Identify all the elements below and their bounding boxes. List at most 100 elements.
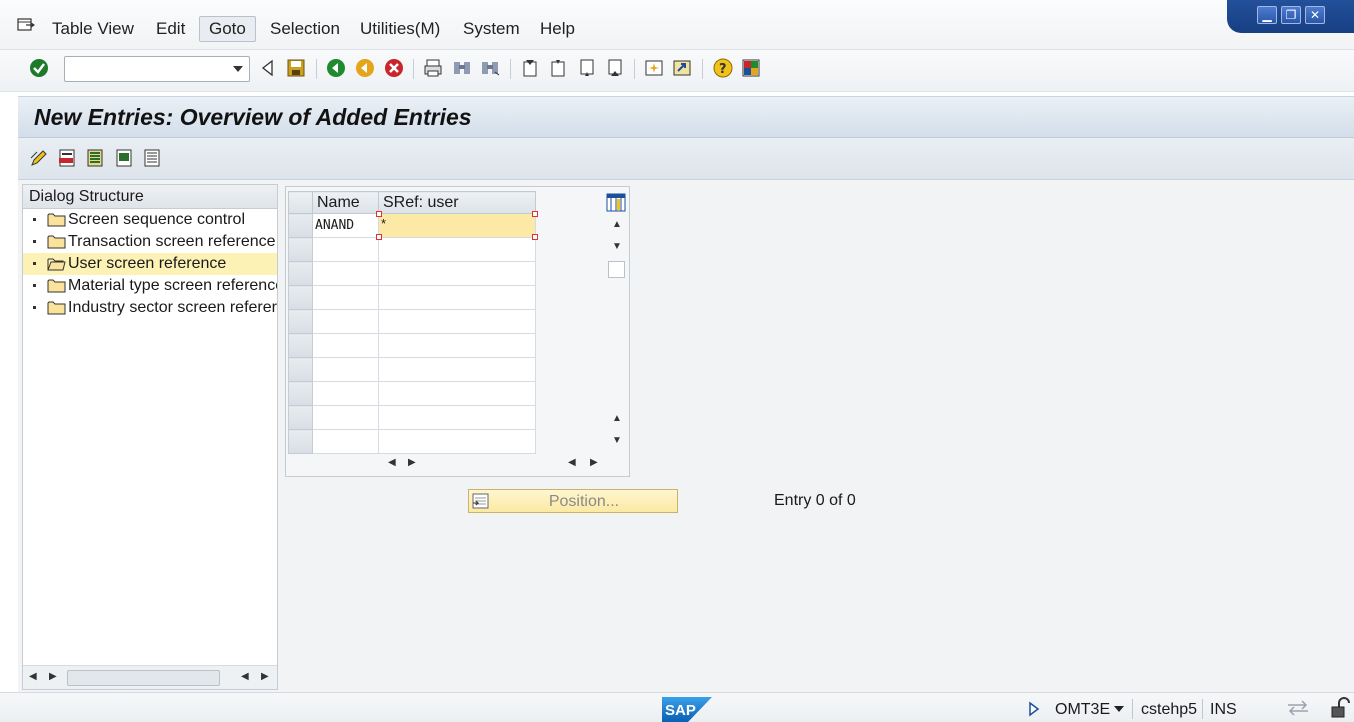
first-page-icon[interactable] xyxy=(520,58,540,78)
table-settings-icon[interactable] xyxy=(606,193,626,212)
table-row[interactable] xyxy=(288,333,536,358)
menu-selection[interactable]: Selection xyxy=(270,19,340,39)
close-icon[interactable]: ✕ xyxy=(1305,6,1325,24)
chevron-down-icon[interactable] xyxy=(233,66,243,72)
row-selector[interactable] xyxy=(288,381,313,406)
tree-item-industry-sector-screen-reference[interactable]: Industry sector screen referer xyxy=(23,297,277,319)
table-row[interactable] xyxy=(288,405,536,430)
table-row[interactable] xyxy=(288,357,536,382)
position-button[interactable]: Position... xyxy=(468,489,678,513)
find-icon[interactable] xyxy=(452,58,472,78)
select-all-icon[interactable] xyxy=(85,148,105,168)
sref-user-cell[interactable] xyxy=(378,285,536,310)
print-icon[interactable] xyxy=(423,58,443,78)
scroll-left-icon[interactable]: ◀ xyxy=(241,671,249,682)
system-menu-icon[interactable] xyxy=(17,18,35,32)
next-page-icon[interactable] xyxy=(577,58,597,78)
table-horizontal-scrollbar[interactable]: ◀ ▶ ◀ ▶ xyxy=(288,451,606,475)
scrollbar-thumb[interactable] xyxy=(67,670,220,686)
table-row[interactable] xyxy=(288,429,536,454)
tree-item-transaction-screen-reference[interactable]: Transaction screen reference xyxy=(23,231,277,253)
scroll-right-icon[interactable]: ▶ xyxy=(408,457,416,468)
resize-handle[interactable] xyxy=(376,211,382,217)
column-header-sref-user[interactable]: SRef: user xyxy=(378,191,536,214)
scrollbar-thumb[interactable] xyxy=(608,261,625,278)
row-selector[interactable] xyxy=(288,333,313,358)
name-cell[interactable] xyxy=(312,237,379,262)
lock-icon[interactable] xyxy=(1330,697,1350,719)
row-selector[interactable] xyxy=(288,261,313,286)
shortcut-icon[interactable] xyxy=(672,58,692,78)
scroll-up-icon[interactable]: ▲ xyxy=(612,219,622,230)
row-selector[interactable] xyxy=(288,429,313,454)
scroll-down-icon[interactable]: ▼ xyxy=(612,241,622,252)
menu-goto[interactable]: Goto xyxy=(199,16,256,42)
name-cell[interactable] xyxy=(312,381,379,406)
delete-icon[interactable] xyxy=(57,148,77,168)
name-cell[interactable] xyxy=(312,405,379,430)
resize-handle[interactable] xyxy=(532,211,538,217)
select-block-icon[interactable] xyxy=(114,148,134,168)
row-selector[interactable] xyxy=(288,405,313,430)
sref-user-cell[interactable] xyxy=(378,309,536,334)
name-cell[interactable] xyxy=(312,285,379,310)
exit-icon[interactable] xyxy=(355,58,375,78)
row-selector[interactable] xyxy=(288,357,313,382)
name-cell[interactable] xyxy=(312,429,379,454)
scroll-right-icon[interactable]: ▶ xyxy=(590,457,598,468)
table-row[interactable]: ANAND * xyxy=(288,211,538,240)
menu-help[interactable]: Help xyxy=(540,19,575,39)
input-mode[interactable]: INS xyxy=(1210,701,1237,719)
row-selector[interactable] xyxy=(288,237,313,262)
resize-handle[interactable] xyxy=(532,234,538,240)
scroll-right-icon[interactable]: ▶ xyxy=(49,671,57,682)
table-row[interactable] xyxy=(288,285,536,310)
name-cell[interactable]: ANAND xyxy=(312,213,379,238)
table-row[interactable] xyxy=(288,309,536,334)
scroll-left-icon[interactable]: ◀ xyxy=(388,457,396,468)
scroll-right-icon[interactable]: ▶ xyxy=(261,671,269,682)
help-icon[interactable]: ? xyxy=(713,58,733,78)
sref-user-cell[interactable] xyxy=(378,261,536,286)
row-selector[interactable] xyxy=(288,285,313,310)
sref-user-cell[interactable] xyxy=(378,357,536,382)
last-page-icon[interactable] xyxy=(605,58,625,78)
tree-item-user-screen-reference[interactable]: User screen reference xyxy=(23,253,277,275)
back-icon[interactable] xyxy=(326,58,346,78)
name-cell[interactable] xyxy=(312,333,379,358)
row-selector[interactable] xyxy=(288,309,313,334)
status-details-icon[interactable] xyxy=(1028,701,1040,717)
sref-user-cell[interactable] xyxy=(378,333,536,358)
command-field[interactable] xyxy=(64,56,250,82)
tree-item-screen-sequence-control[interactable]: Screen sequence control xyxy=(23,209,277,231)
system-id[interactable]: OMT3E xyxy=(1055,701,1110,719)
menu-edit[interactable]: Edit xyxy=(156,19,185,39)
sref-user-cell[interactable]: * xyxy=(376,211,538,240)
column-header-name[interactable]: Name xyxy=(312,191,379,214)
menu-utilities[interactable]: Utilities(M) xyxy=(360,19,440,39)
create-session-icon[interactable] xyxy=(644,58,664,78)
chevron-down-icon[interactable] xyxy=(1114,706,1124,712)
save-icon[interactable] xyxy=(286,58,306,78)
maximize-icon[interactable]: ❐ xyxy=(1281,6,1301,24)
scroll-left-icon[interactable]: ◀ xyxy=(568,457,576,468)
cancel-icon[interactable] xyxy=(384,58,404,78)
scroll-down-icon[interactable]: ▼ xyxy=(612,435,622,446)
table-row[interactable] xyxy=(288,237,536,262)
tree-horizontal-scrollbar[interactable]: ◀ ▶ ◀ ▶ xyxy=(23,665,277,689)
name-cell[interactable] xyxy=(312,309,379,334)
name-cell[interactable] xyxy=(312,261,379,286)
row-selector[interactable] xyxy=(288,213,313,238)
sref-user-cell[interactable] xyxy=(378,405,536,430)
enter-icon[interactable] xyxy=(29,58,49,78)
menu-system[interactable]: System xyxy=(463,19,520,39)
resize-handle[interactable] xyxy=(376,234,382,240)
table-row[interactable] xyxy=(288,261,536,286)
minimize-icon[interactable]: ▁ xyxy=(1257,6,1277,24)
tree-item-material-type-screen-reference[interactable]: Material type screen reference xyxy=(23,275,277,297)
layout-menu-icon[interactable] xyxy=(741,58,761,78)
scroll-up-icon[interactable]: ▲ xyxy=(612,413,622,424)
back-nav-icon[interactable] xyxy=(258,58,278,78)
sref-user-cell[interactable] xyxy=(378,237,536,262)
previous-page-icon[interactable] xyxy=(548,58,568,78)
